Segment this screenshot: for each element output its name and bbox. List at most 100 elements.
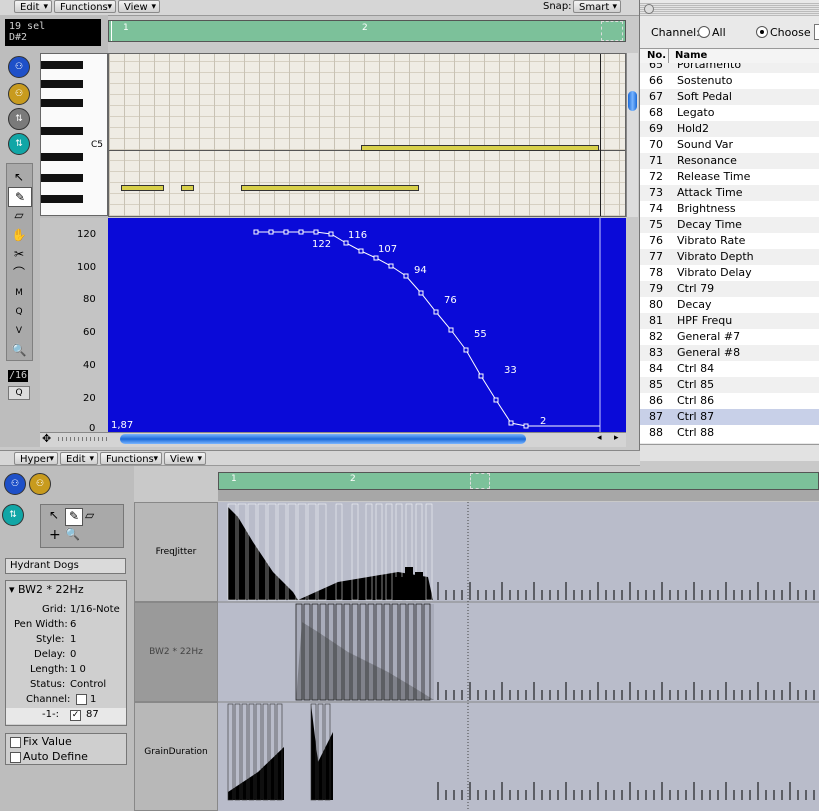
- hyper-menu[interactable]: Hyper: [14, 452, 58, 466]
- quantize-button[interactable]: Q: [8, 386, 30, 400]
- number-checkbox[interactable]: ✓: [70, 710, 81, 721]
- point-label: 116: [348, 230, 367, 241]
- note[interactable]: [181, 185, 194, 191]
- glue-tool-icon[interactable]: ⌒: [8, 264, 30, 282]
- channel-all-radio[interactable]: [698, 26, 710, 38]
- horizontal-scroll-thumb[interactable]: [120, 434, 526, 444]
- style-value[interactable]: 1: [70, 634, 76, 645]
- link-icon[interactable]: ⚇: [8, 56, 30, 78]
- quantize-tool-icon[interactable]: Q: [8, 303, 30, 321]
- scroll-right-icon[interactable]: ▸: [614, 433, 619, 443]
- list-item[interactable]: 73 Attack Time: [640, 185, 819, 201]
- list-item[interactable]: 86 Ctrl 86: [640, 393, 819, 409]
- list-item[interactable]: 65 Portamento: [640, 63, 819, 73]
- controller-list[interactable]: 65 Portamento 66 Sostenuto 67 Soft Pedal 68…: [640, 63, 819, 443]
- note[interactable]: [361, 145, 599, 151]
- edit-menu[interactable]: Edit: [14, 0, 52, 14]
- list-item[interactable]: 80 Decay: [640, 297, 819, 313]
- grid-vertical-scrollbar[interactable]: [626, 53, 638, 217]
- grid-value[interactable]: 1/16-Note: [70, 604, 120, 615]
- hyper-functions-menu[interactable]: Functions: [100, 452, 162, 466]
- midi-out-icon[interactable]: ⇅: [8, 133, 30, 155]
- functions-menu[interactable]: Functions: [54, 0, 116, 14]
- axis-tick: 100: [77, 262, 97, 273]
- view-menu[interactable]: View: [118, 0, 160, 14]
- list-item[interactable]: 85 Ctrl 85: [640, 377, 819, 393]
- snap-select[interactable]: Smart: [573, 0, 621, 14]
- hyper-pencil-tool-icon[interactable]: ✎: [65, 508, 83, 526]
- list-item[interactable]: 88 Ctrl 88: [640, 425, 819, 441]
- lane-header[interactable]: FreqJitter: [134, 502, 218, 602]
- col-no-header[interactable]: No.: [647, 50, 666, 61]
- hyper-edit-menu[interactable]: Edit: [60, 452, 98, 466]
- note[interactable]: [241, 185, 419, 191]
- list-item[interactable]: 74 Brightness: [640, 201, 819, 217]
- axis-tick: 20: [83, 393, 96, 404]
- list-item[interactable]: 77 Vibrato Depth: [640, 249, 819, 265]
- list-item[interactable]: 82 General #7: [640, 329, 819, 345]
- quantize-display[interactable]: /16: [8, 370, 28, 382]
- catch-icon[interactable]: ⚇: [8, 83, 30, 105]
- fix-value-checkbox[interactable]: [10, 737, 21, 748]
- lane-header-selected[interactable]: BW2 * 22Hz: [134, 602, 218, 702]
- controller-lane[interactable]: 1,87 122 116 107 94 76 55 33 2: [108, 218, 626, 432]
- status-value[interactable]: Control: [70, 679, 106, 690]
- number-value[interactable]: 87: [86, 709, 99, 720]
- auto-define-checkbox[interactable]: [10, 752, 21, 763]
- delay-value[interactable]: 0: [70, 649, 76, 660]
- hyper-zoom-tool-icon[interactable]: 🔍: [65, 527, 80, 541]
- list-item[interactable]: 66 Sostenuto: [640, 73, 819, 89]
- midi-in-icon[interactable]: ⇅: [8, 108, 30, 130]
- channel-field[interactable]: [814, 24, 819, 40]
- lane-header[interactable]: GrainDuration: [134, 702, 218, 811]
- list-item[interactable]: 67 Soft Pedal: [640, 89, 819, 105]
- list-item[interactable]: 72 Release Time: [640, 169, 819, 185]
- scissors-tool-icon[interactable]: ✂: [8, 245, 30, 263]
- pointer-tool-icon[interactable]: ↖: [8, 168, 30, 186]
- zoom-tool-icon[interactable]: 🔍: [8, 341, 30, 359]
- channel-checkbox[interactable]: [76, 694, 87, 705]
- zoom-slider[interactable]: [58, 437, 108, 441]
- pen-width-value[interactable]: 6: [70, 619, 76, 630]
- list-item[interactable]: 75 Decay Time: [640, 217, 819, 233]
- length-value[interactable]: 1 0: [70, 664, 86, 675]
- bar-ruler[interactable]: 1 2: [108, 20, 626, 42]
- list-item[interactable]: 84 Ctrl 84: [640, 361, 819, 377]
- list-item[interactable]: 69 Hold2: [640, 121, 819, 137]
- scroll-left-icon[interactable]: ◂: [597, 433, 602, 443]
- channel-value[interactable]: 1: [90, 694, 96, 705]
- pencil-tool-icon[interactable]: ✎: [8, 187, 32, 207]
- list-item[interactable]: 81 HPF Frequ: [640, 313, 819, 329]
- hand-tool-icon[interactable]: ✋: [8, 226, 30, 244]
- hyper-pointer-tool-icon[interactable]: ↖: [49, 508, 59, 522]
- hyper-view-menu[interactable]: View: [164, 452, 206, 466]
- hyper-set-field[interactable]: Hydrant Dogs: [5, 558, 126, 574]
- hyper-catch-icon[interactable]: ⚇: [29, 473, 51, 495]
- move-icon[interactable]: ✥: [42, 433, 54, 445]
- hyper-link-icon[interactable]: ⚇: [4, 473, 26, 495]
- list-item-selected[interactable]: 87 Ctrl 87: [640, 409, 819, 425]
- list-item[interactable]: 76 Vibrato Rate: [640, 233, 819, 249]
- channel-all-label: All: [712, 26, 726, 39]
- hyper-ruler[interactable]: 1 2: [218, 472, 819, 490]
- hyper-crosshair-tool-icon[interactable]: +: [49, 527, 61, 543]
- hyper-lanes[interactable]: [218, 502, 819, 811]
- inspector-title[interactable]: ▾ BW2 * 22Hz: [9, 583, 84, 596]
- close-window-icon[interactable]: [644, 4, 654, 14]
- list-item[interactable]: 70 Sound Var: [640, 137, 819, 153]
- list-item[interactable]: 78 Vibrato Delay: [640, 265, 819, 281]
- hyper-midi-out-icon[interactable]: ⇅: [2, 504, 24, 526]
- list-item[interactable]: 83 General #8: [640, 345, 819, 361]
- col-name-header[interactable]: Name: [675, 50, 707, 61]
- piano-roll-grid[interactable]: [108, 53, 626, 217]
- velocity-tool-icon[interactable]: V: [8, 322, 30, 340]
- list-item[interactable]: 68 Legato: [640, 105, 819, 121]
- piano-keyboard[interactable]: C5: [40, 53, 108, 216]
- list-item[interactable]: 79 Ctrl 79: [640, 281, 819, 297]
- channel-choose-radio[interactable]: [756, 26, 768, 38]
- list-item[interactable]: 71 Resonance: [640, 153, 819, 169]
- note[interactable]: [121, 185, 164, 191]
- hyper-eraser-tool-icon[interactable]: ▱: [85, 508, 94, 522]
- mute-tool-icon[interactable]: M: [8, 284, 30, 302]
- eraser-tool-icon[interactable]: ▱: [8, 206, 30, 224]
